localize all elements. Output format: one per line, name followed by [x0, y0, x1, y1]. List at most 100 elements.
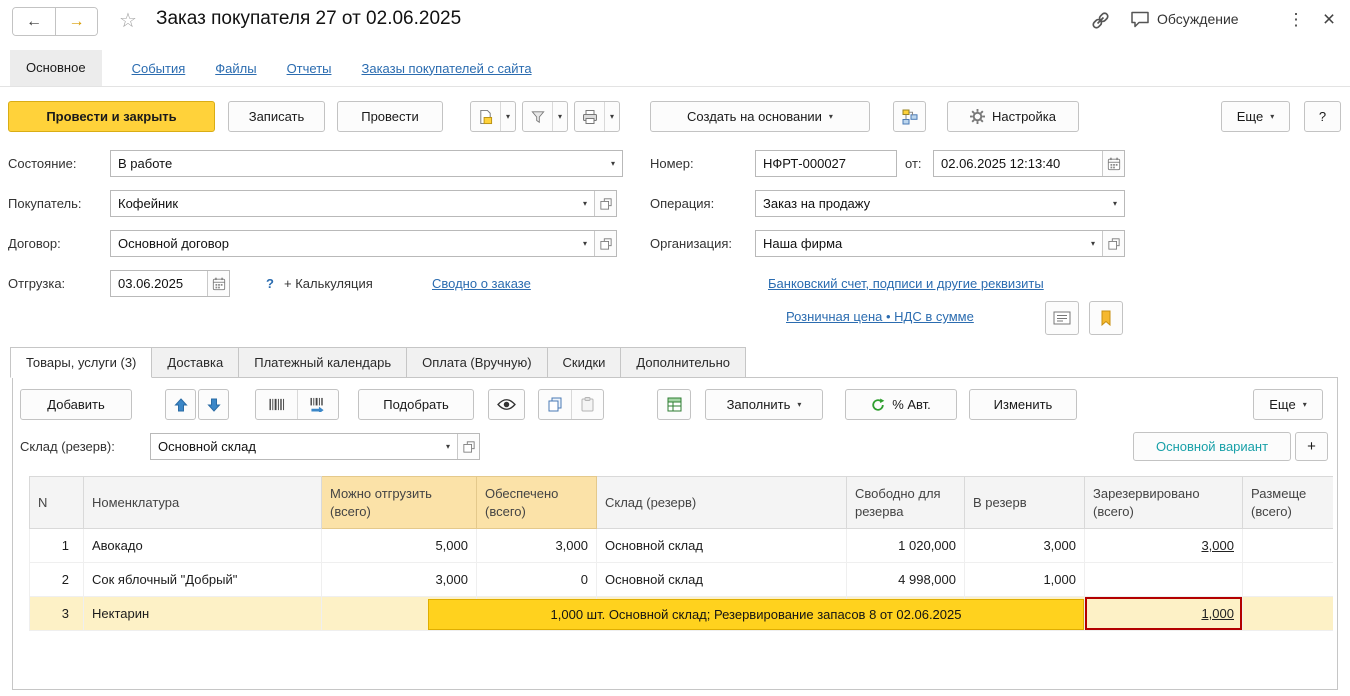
contract-dropdown-caret[interactable]: ▾	[576, 231, 594, 256]
column-header[interactable]: Зарезервировано (всего)	[1084, 476, 1243, 529]
shipping-help-link[interactable]: ?	[266, 270, 274, 297]
warehouse-open-button[interactable]	[457, 434, 479, 459]
export-spreadsheet-button[interactable]	[657, 389, 691, 420]
reserved-link[interactable]: 1,000	[1201, 606, 1234, 621]
table-cell[interactable]: Основной склад	[596, 528, 847, 563]
forward-button[interactable]: →	[55, 8, 97, 35]
tab-reports[interactable]: Отчеты	[287, 61, 332, 76]
table-cell[interactable]: Сок яблочный "Добрый"	[83, 562, 322, 597]
column-header[interactable]: Обеспечено (всего)	[476, 476, 597, 529]
calculation-toggle[interactable]: + Калькуляция	[284, 270, 373, 297]
favorite-star-icon[interactable]: ☆	[119, 8, 137, 33]
column-header[interactable]: Номенклатура	[83, 476, 322, 529]
barcode-scan-button[interactable]	[256, 390, 297, 419]
auto-percent-button[interactable]: % Авт.	[845, 389, 957, 420]
price-list-button[interactable]	[1045, 301, 1079, 335]
pick-items-button[interactable]: Подобрать	[358, 389, 474, 420]
paste-rows-button[interactable]	[571, 390, 603, 419]
table-cell[interactable]: 1	[29, 528, 84, 563]
shipping-calendar-button[interactable]	[207, 271, 229, 296]
discussion-button[interactable]: Обсуждение	[1130, 10, 1239, 28]
table-cell[interactable]: 3,000	[964, 528, 1085, 563]
column-header[interactable]: N	[29, 476, 84, 529]
table-cell[interactable]	[1084, 562, 1243, 597]
warehouse-input[interactable]	[151, 434, 439, 459]
table-cell[interactable]	[1242, 562, 1333, 597]
datetime-calendar-button[interactable]	[1102, 151, 1124, 176]
add-variant-button[interactable]: +	[1295, 432, 1328, 461]
document-menu-button[interactable]: ▾	[500, 102, 515, 131]
column-header[interactable]: В резерв	[964, 476, 1085, 529]
bank-details-link[interactable]: Банковский счет, подписи и другие реквиз…	[768, 270, 1044, 297]
state-input[interactable]	[111, 151, 604, 176]
tab-goods[interactable]: Товары, услуги (3)	[10, 347, 153, 378]
table-cell[interactable]: 5,000	[321, 528, 477, 563]
org-dropdown-caret[interactable]: ▾	[1084, 231, 1102, 256]
help-button[interactable]: ?	[1304, 101, 1341, 132]
print-menu-button[interactable]: ▾	[604, 102, 619, 131]
state-dropdown-caret[interactable]: ▾	[604, 151, 622, 176]
tab-discounts[interactable]: Скидки	[546, 347, 622, 378]
tab-site-orders[interactable]: Заказы покупателей с сайта	[362, 61, 532, 76]
edit-row-button[interactable]: Изменить	[969, 389, 1077, 420]
move-down-button[interactable]	[198, 389, 229, 420]
filter-button[interactable]	[523, 102, 552, 131]
warehouse-dropdown-caret[interactable]: ▾	[439, 434, 457, 459]
tab-events[interactable]: События	[132, 61, 186, 76]
more-button-grid[interactable]: Еще ▾	[1253, 389, 1323, 420]
post-button[interactable]: Провести	[337, 101, 443, 132]
customer-dropdown-caret[interactable]: ▾	[576, 191, 594, 216]
contract-input[interactable]	[111, 231, 576, 256]
tab-payment[interactable]: Оплата (Вручную)	[406, 347, 548, 378]
table-cell[interactable]: Основной склад	[596, 562, 847, 597]
document-copy-button[interactable]	[471, 102, 500, 131]
table-cell[interactable]	[1242, 528, 1333, 563]
table-cell-highlighted[interactable]: 1,000	[1084, 596, 1243, 631]
table-cell[interactable]: 3	[29, 596, 84, 631]
move-up-button[interactable]	[165, 389, 196, 420]
table-cell[interactable]: Нектарин	[83, 596, 322, 631]
table-cell[interactable]	[1242, 596, 1333, 631]
shipping-date-input[interactable]	[111, 271, 207, 296]
column-header[interactable]: Размеще (всего)	[1242, 476, 1333, 529]
barcode-load-button[interactable]	[297, 390, 338, 419]
contract-open-button[interactable]	[594, 231, 616, 256]
more-button-top[interactable]: Еще ▾	[1221, 101, 1290, 132]
number-input[interactable]	[756, 151, 896, 176]
table-cell[interactable]: 2	[29, 562, 84, 597]
more-menu-button[interactable]: ⋮	[1286, 9, 1306, 31]
price-terms-link[interactable]: Розничная цена • НДС в сумме	[786, 303, 974, 330]
column-header[interactable]: Можно отгрузить (всего)	[321, 476, 477, 529]
table-cell[interactable]: 0	[476, 562, 597, 597]
price-tags-button[interactable]	[1089, 301, 1123, 335]
visibility-button[interactable]	[488, 389, 525, 420]
table-cell[interactable]: 3,000	[1084, 528, 1243, 563]
datetime-input[interactable]	[934, 151, 1102, 176]
table-cell[interactable]: 3,000	[476, 528, 597, 563]
related-documents-button[interactable]	[893, 101, 926, 132]
post-and-close-button[interactable]: Провести и закрыть	[8, 101, 215, 132]
get-link-button[interactable]	[1090, 10, 1111, 31]
close-button[interactable]: ×	[1318, 8, 1340, 30]
create-based-on-button[interactable]: Создать на основании ▾	[650, 101, 870, 132]
print-button[interactable]	[575, 102, 604, 131]
table-cell[interactable]: 1 020,000	[846, 528, 965, 563]
operation-dropdown-caret[interactable]: ▾	[1106, 191, 1124, 216]
column-header[interactable]: Склад (резерв)	[596, 476, 847, 529]
filter-menu-button[interactable]: ▾	[552, 102, 567, 131]
operation-input[interactable]	[756, 191, 1106, 216]
table-cell[interactable]: 3,000	[321, 562, 477, 597]
tab-delivery[interactable]: Доставка	[151, 347, 240, 378]
tab-payment-calendar[interactable]: Платежный календарь	[238, 347, 408, 378]
column-header[interactable]: Свободно для резерва	[846, 476, 965, 529]
fill-button[interactable]: Заполнить ▾	[705, 389, 823, 420]
order-summary-link[interactable]: Сводно о заказе	[432, 270, 531, 297]
reserved-link[interactable]: 3,000	[1201, 538, 1234, 553]
table-cell[interactable]: Авокадо	[83, 528, 322, 563]
add-row-button[interactable]: Добавить	[20, 389, 132, 420]
customer-open-button[interactable]	[594, 191, 616, 216]
customer-input[interactable]	[111, 191, 576, 216]
back-button[interactable]: ←	[13, 8, 55, 35]
tab-files[interactable]: Файлы	[215, 61, 256, 76]
write-button[interactable]: Записать	[228, 101, 325, 132]
